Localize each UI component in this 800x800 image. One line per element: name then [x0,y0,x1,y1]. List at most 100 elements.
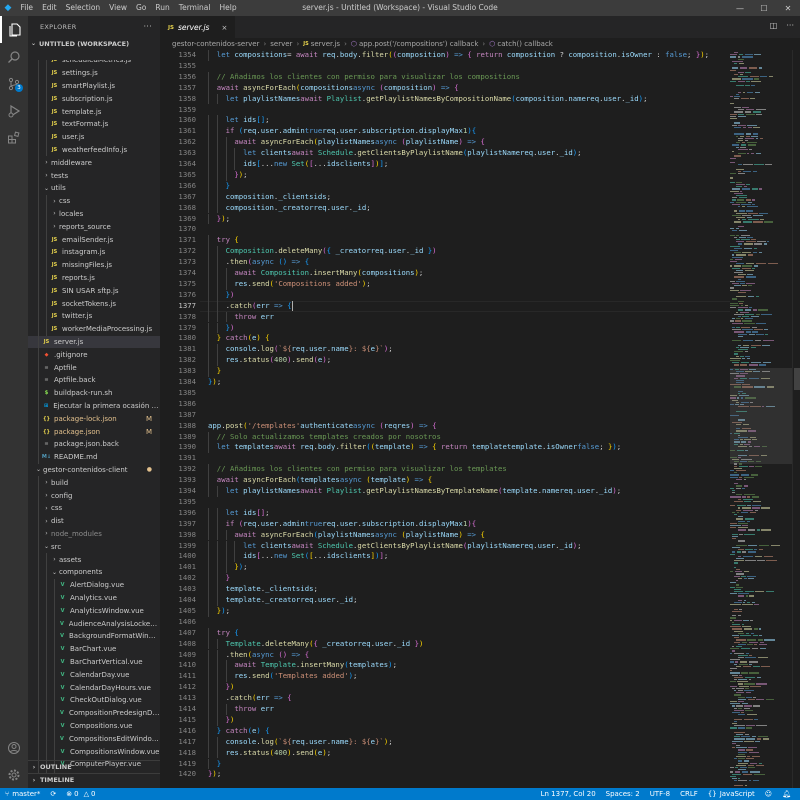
code-line[interactable]: } [208,759,221,770]
account-activity-button[interactable] [0,734,28,761]
maximize-icon[interactable]: ☐ [752,0,776,16]
close-tab-icon[interactable]: × [221,24,227,32]
editor-scrollbar[interactable] [792,50,800,788]
tree-file[interactable]: V CalendarDayHours.vue [28,681,160,694]
code-line[interactable]: try { [208,235,239,246]
tree-folder[interactable]: › config [28,489,160,502]
menu-item-selection[interactable]: Selection [61,0,105,16]
minimap-slider[interactable] [730,368,792,464]
tree-file[interactable]: V CalendarDay.vue [28,668,160,682]
code-line[interactable]: }) [208,323,235,334]
workspace-header[interactable]: ⌄ UNTITLED (WORKSPACE) [28,38,160,49]
code-line[interactable]: throw err [208,704,274,715]
tree-folder[interactable]: ⌄ components [28,566,160,579]
code-line[interactable]: }); [208,377,221,388]
code-line[interactable]: .catch(err => { [208,301,292,312]
tree-file[interactable]: JS workerMediaProcessing.js [28,322,160,336]
code-line[interactable]: .catch(err => { [208,693,292,704]
code-line[interactable]: await asyncForEach(templatesasync (templ… [208,475,432,486]
tree-file[interactable]: JS SIN USAR sftp.js [28,284,160,298]
split-editor-icon[interactable]: ◫ [770,21,778,30]
code-line[interactable]: throw err [208,312,274,323]
tree-file[interactable]: JS twitter.js [28,310,160,323]
tree-folder[interactable]: ⌄ gestor-contenidos-client ● [28,464,160,477]
tree-file[interactable]: JS template.js [28,105,160,118]
tree-folder[interactable]: › middleware [28,156,160,170]
code-editor[interactable]: 1354 let compositions= await req.body.fi… [160,50,730,788]
code-line[interactable]: .then(async () => { [208,257,310,268]
menu-item-edit[interactable]: Edit [38,0,62,16]
tree-file[interactable]: V BackgroundFormatWindow.... [28,630,160,643]
tree-file[interactable]: {} package.json M [28,425,160,438]
code-line[interactable]: let playlistNamesawait Playlist.getPlayl… [208,486,622,497]
code-line[interactable]: res.send('Compositions added'); [208,279,370,290]
tree-file[interactable]: JS weatherfeedInfo.js [28,143,160,157]
tree-folder[interactable]: › css [28,502,160,515]
tree-file[interactable]: V CompositionsWindow.vue [28,745,160,758]
tree-file[interactable]: $ buildpack-run.sh [28,386,160,400]
code-line[interactable]: }) [208,715,235,726]
code-line[interactable]: }); [208,170,247,181]
tree-folder[interactable]: › node_modules [28,527,160,541]
timeline-section[interactable]: › TIMELINE [28,773,160,786]
tree-folder[interactable]: › build [28,476,160,490]
minimize-icon[interactable]: — [728,0,752,16]
menu-item-file[interactable]: File [16,0,38,16]
code-line[interactable]: let templatesawait req.body.filter((temp… [208,442,621,453]
tree-file[interactable]: JS reports.js [28,271,160,285]
code-line[interactable]: template._clientsids; [208,584,318,595]
tree-file[interactable]: JS instagram.js [28,246,160,259]
code-line[interactable]: await Composition.insertMany(composition… [208,268,423,279]
search-activity-button[interactable] [0,43,28,70]
code-line[interactable]: // Añadimos los clientes con permiso par… [208,464,507,475]
tree-file[interactable]: ◆ .gitignore [28,348,160,362]
tree-file[interactable]: ⊞ Ejecutar la primera ocasión des... [28,399,160,413]
code-line[interactable]: .then(async () => { [208,650,310,661]
source-control-activity-button[interactable]: 3 [0,70,28,97]
tree-folder[interactable]: › reports_source [28,220,160,234]
code-line[interactable]: let clientsawait Schedule.getClientsByPl… [208,148,581,159]
code-line[interactable]: app.post('/templates'authenticateasync (… [208,421,437,432]
code-line[interactable]: if (req.user.admintruereq.user.subscript… [208,519,477,530]
code-line[interactable]: try { [208,628,239,639]
tree-file[interactable]: ≡ Aptfile.back [28,374,160,387]
code-line[interactable]: ids[...new Set([...idsclients])]; [208,159,388,170]
code-line[interactable]: Template.deleteMany({ _creatorreq.user._… [208,639,424,650]
tree-file[interactable]: JS scheduledMetrics.js [28,60,160,67]
code-line[interactable]: } [208,366,221,377]
scrollbar-thumb[interactable] [794,368,800,390]
tree-file[interactable]: JS textFormat.js [28,118,160,131]
more-actions-icon[interactable]: ··· [786,21,794,30]
tree-file[interactable]: JS user.js [28,130,160,144]
notifications-status[interactable]: 🔔︎ [777,790,796,798]
tree-file[interactable]: JS socketTokens.js [28,297,160,310]
tree-file[interactable]: JS missingFiles.js [28,258,160,272]
tab-server-js[interactable]: JS server.js × [160,16,236,38]
tree-folder[interactable]: › assets [28,553,160,566]
code-line[interactable]: await asyncForEach(playlistNamesasync (p… [208,137,484,148]
tree-file[interactable]: ≡ Aptfile [28,361,160,374]
code-line[interactable]: let playlistNamesawait Playlist.getPlayl… [208,94,648,105]
code-line[interactable]: // Solo actualizamos templates creados p… [208,432,441,443]
breadcrumb-item[interactable]: gestor-contenidos-server [172,40,259,48]
tree-file[interactable]: JS server.js [28,335,160,349]
code-line[interactable]: res.status(400).send(e); [208,748,332,759]
tree-folder[interactable]: ⌄ utils [28,182,160,195]
tree-folder[interactable]: ⌄ src [28,540,160,554]
menu-item-help[interactable]: Help [215,0,241,16]
breadcrumb-item[interactable]: server [270,40,292,48]
code-line[interactable]: } catch(e) { [208,726,270,737]
menu-item-run[interactable]: Run [151,0,174,16]
code-line[interactable]: let compositions= await req.body.filter(… [208,50,709,61]
tree-file[interactable]: JS emailSender.js [28,233,160,246]
tree-file[interactable]: V AudienceAnalysisLockedWin... [28,617,160,630]
tree-file[interactable]: V CompositionsEditWindow.vue [28,732,160,746]
tree-file[interactable]: V AlertDialog.vue [28,578,160,592]
outline-section[interactable]: › OUTLINE [28,760,160,773]
code-line[interactable]: Composition.deleteMany({ _creatorreq.use… [208,246,437,257]
tree-file[interactable]: {} package-lock.json M [28,412,160,426]
close-window-icon[interactable]: ✕ [776,0,800,16]
code-line[interactable]: let clientsawait Schedule.getClientsByPl… [208,541,581,552]
tree-folder[interactable]: › css [28,194,160,208]
menu-item-view[interactable]: View [105,0,132,16]
